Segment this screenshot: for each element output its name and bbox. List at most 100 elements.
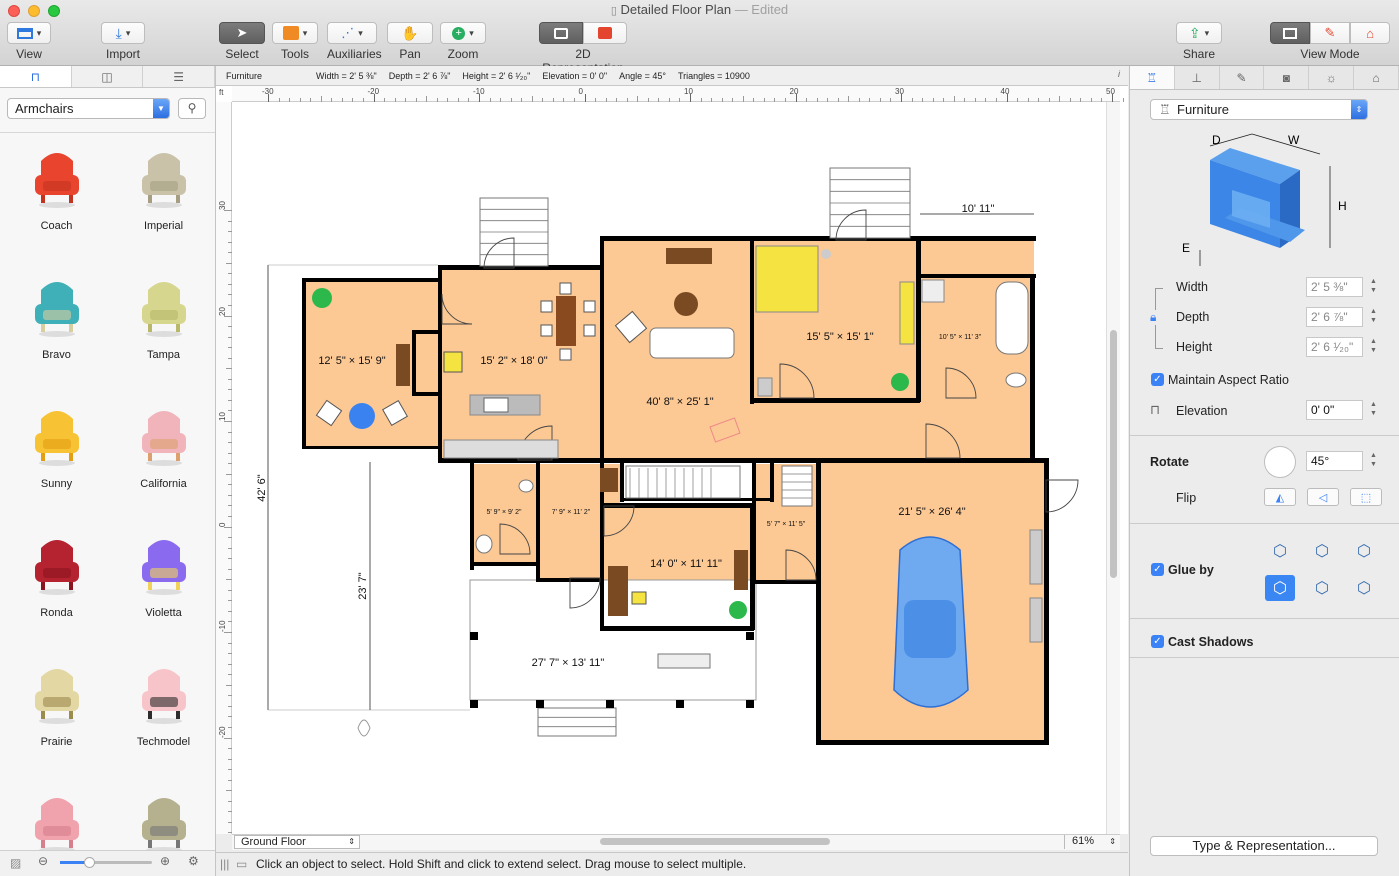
library-item[interactable]: Tampa bbox=[110, 270, 215, 361]
library-item[interactable]: Techmodel bbox=[110, 657, 215, 748]
library-item[interactable] bbox=[110, 786, 215, 850]
glue-top-front-button[interactable]: ⬡ bbox=[1349, 538, 1379, 564]
wall bbox=[470, 460, 474, 570]
library-search-button[interactable]: ⚲ bbox=[178, 98, 206, 119]
slider-knob[interactable] bbox=[84, 857, 95, 868]
wall bbox=[752, 580, 820, 584]
thumbnail-size-slider[interactable] bbox=[60, 857, 152, 868]
view-mode-segment[interactable]: ✎ ⌂ View Mode bbox=[1270, 22, 1390, 61]
dresser bbox=[600, 468, 618, 492]
comment-icon[interactable]: ▭ bbox=[236, 857, 247, 871]
elevation-view-mode-button[interactable]: ✎ bbox=[1310, 22, 1350, 44]
select-tool-button[interactable]: ➤ Select bbox=[219, 22, 265, 61]
view-button[interactable]: ▾ View bbox=[7, 22, 51, 61]
tab-geometry[interactable]: ⊥ bbox=[1175, 66, 1220, 89]
ruler-tick-label: 20 bbox=[218, 306, 227, 316]
library-item[interactable]: Sunny bbox=[3, 399, 110, 490]
flip-horizontal-button[interactable]: ◭ bbox=[1264, 488, 1296, 506]
room-dimension-label: 40' 8" × 25' 1" bbox=[646, 396, 713, 408]
library-item[interactable] bbox=[3, 786, 110, 850]
ruler-tick-label: 30 bbox=[895, 87, 904, 96]
chair-icon: ♖ bbox=[1159, 102, 1171, 117]
tools-button[interactable]: ▾ Tools bbox=[272, 22, 318, 61]
width-field[interactable]: 2' 5 ⅜" bbox=[1306, 277, 1363, 297]
share-button[interactable]: ⇪ ▾ Share bbox=[1176, 22, 1222, 61]
glue-top-back-button[interactable]: ⬡ bbox=[1265, 538, 1295, 564]
sidebar-toggle-icon[interactable]: ||| bbox=[220, 857, 229, 871]
elevation-stepper[interactable]: ▲ ▼ bbox=[1368, 400, 1379, 420]
cast-shadows-checkbox[interactable]: ✓ bbox=[1151, 635, 1164, 648]
info-icon[interactable]: i bbox=[1118, 69, 1120, 79]
zoom-level-select[interactable]: 61% ⇕ bbox=[1064, 835, 1120, 849]
tab-building[interactable]: ⌂ bbox=[1354, 66, 1399, 89]
library-item[interactable]: Violetta bbox=[110, 528, 215, 619]
elevation-field[interactable]: 0' 0" bbox=[1306, 400, 1363, 420]
bed bbox=[755, 245, 819, 313]
pan-button[interactable]: ✋ Pan bbox=[387, 22, 433, 61]
depth-field[interactable]: 2' 6 ⅞" bbox=[1306, 307, 1363, 327]
width-stepper[interactable]: ▲ ▼ bbox=[1368, 277, 1379, 297]
height-stepper[interactable]: ▲ ▼ bbox=[1368, 337, 1379, 357]
zoom-out-icon[interactable]: ⊖ bbox=[38, 854, 48, 868]
tab-materials[interactable]: ✎ bbox=[1220, 66, 1265, 89]
library-item[interactable]: California bbox=[110, 399, 215, 490]
glue-bottom-button[interactable]: ⬡ bbox=[1307, 575, 1337, 601]
wall bbox=[1030, 274, 1035, 460]
floor-plan-drawing[interactable]: 12' 5" × 15' 9" 15' 2" × 18' 0" 40' 8" × 2… bbox=[216, 86, 1128, 834]
wall bbox=[816, 458, 821, 744]
flip-vertical-button[interactable]: ◁ bbox=[1307, 488, 1339, 506]
object-type-select[interactable]: ♖ Furniture ⇕ bbox=[1150, 99, 1368, 120]
height-field[interactable]: 2' 6 ¹⁄₂₀" bbox=[1306, 337, 1363, 357]
wall bbox=[600, 503, 752, 508]
rotation-dial[interactable] bbox=[1264, 446, 1296, 478]
library-item[interactable]: Imperial bbox=[110, 141, 215, 232]
zoom-button[interactable]: + ▾ Zoom bbox=[440, 22, 486, 61]
tab-lighting[interactable]: ☼ bbox=[1309, 66, 1355, 89]
vertical-scroll-thumb[interactable] bbox=[1110, 330, 1117, 578]
horizontal-scroll-thumb[interactable] bbox=[600, 838, 830, 845]
import-button[interactable]: ⤓ ▾ Import bbox=[101, 22, 145, 61]
category-select[interactable]: Armchairs ▼ bbox=[7, 98, 170, 119]
library-item[interactable]: Bravo bbox=[3, 270, 110, 361]
library-item[interactable]: Prairie bbox=[3, 657, 110, 748]
glue-by-checkbox[interactable]: ✓ bbox=[1151, 563, 1164, 576]
rotate-stepper[interactable]: ▲ ▼ bbox=[1368, 451, 1379, 471]
library-item[interactable]: Coach bbox=[3, 141, 110, 232]
floor-select[interactable]: Ground Floor ⇕ bbox=[234, 835, 360, 849]
glue-bottom-front-button[interactable]: ⬡ bbox=[1349, 575, 1379, 601]
tab-camera[interactable]: ◙ bbox=[1264, 66, 1310, 89]
type-representation-button[interactable]: Type & Representation... bbox=[1150, 836, 1378, 856]
2d-mode-button[interactable] bbox=[539, 22, 583, 44]
gear-icon[interactable]: ⚙ bbox=[188, 854, 199, 868]
brush-icon: ✎ bbox=[1236, 70, 1247, 85]
tab-furniture-library[interactable]: ⊓ bbox=[0, 66, 72, 87]
plan-view-mode-button[interactable] bbox=[1270, 22, 1310, 44]
plan-canvas[interactable]: 12' 5" × 15' 9" 15' 2" × 18' 0" 40' 8" × 2… bbox=[216, 86, 1128, 834]
lock-icon[interactable]: 🔒︎ bbox=[1150, 310, 1157, 325]
porch-column bbox=[536, 700, 544, 708]
3d-mode-button[interactable] bbox=[583, 22, 627, 44]
rotate-field[interactable]: 45° bbox=[1306, 451, 1363, 471]
tab-object-properties[interactable]: ♖ bbox=[1130, 66, 1175, 89]
porch-column bbox=[470, 632, 478, 640]
zoom-in-icon[interactable]: ⊕ bbox=[160, 854, 170, 868]
unlock-icon[interactable]: ⊓ bbox=[1150, 402, 1160, 418]
depth-stepper[interactable]: ▲ ▼ bbox=[1368, 307, 1379, 327]
dimension-label: 42' 6" bbox=[256, 474, 268, 502]
glue-bottom-back-button[interactable]: ⬡ bbox=[1265, 575, 1295, 601]
glue-top-button[interactable]: ⬡ bbox=[1307, 538, 1337, 564]
library-item[interactable]: Ronda bbox=[3, 528, 110, 619]
wall bbox=[770, 462, 774, 502]
wall bbox=[620, 462, 624, 502]
tab-object-list[interactable]: ☰ bbox=[143, 66, 216, 87]
maintain-aspect-checkbox[interactable]: ✓ bbox=[1151, 373, 1164, 386]
flip-depth-button[interactable]: ⬚ bbox=[1350, 488, 1382, 506]
info-height: Height = 2' 6 ¹⁄₂₀" bbox=[462, 70, 531, 81]
toilet bbox=[475, 534, 493, 554]
image-icon[interactable]: ▨ bbox=[10, 856, 21, 870]
tab-materials-library[interactable]: ◫ bbox=[72, 66, 144, 87]
cube-icon: ⬡ bbox=[1273, 580, 1287, 597]
auxiliaries-button[interactable]: ⋰ ▾ Auxiliaries bbox=[327, 22, 382, 61]
search-icon: ⚲ bbox=[187, 101, 197, 115]
3d-view-mode-button[interactable]: ⌂ bbox=[1350, 22, 1390, 44]
